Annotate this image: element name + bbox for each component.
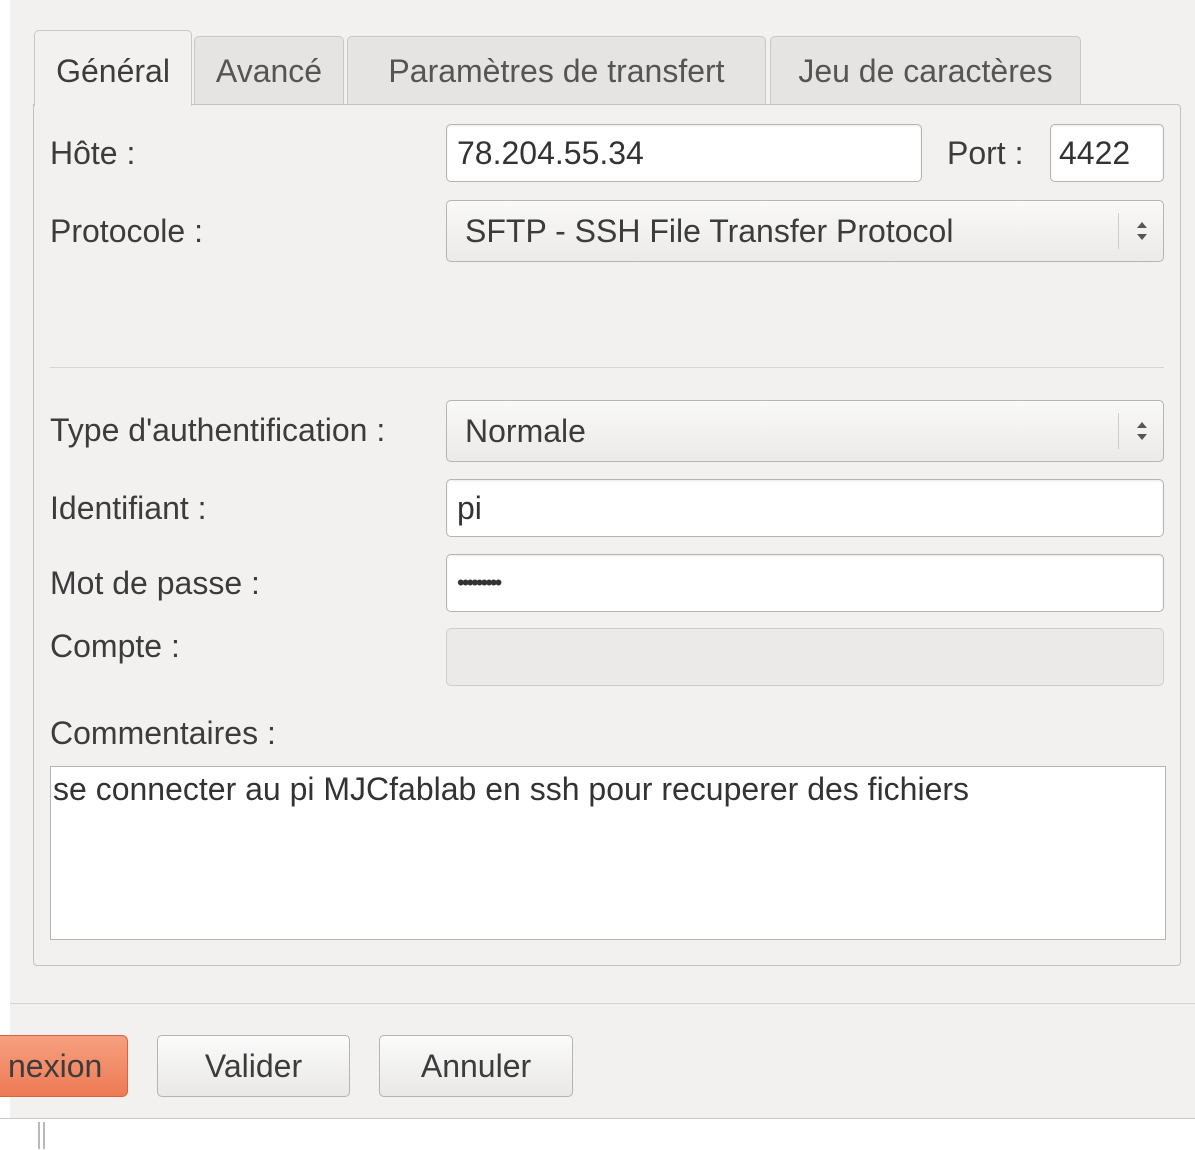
password-input[interactable]: ••••••••• (446, 554, 1164, 612)
auth-type-select[interactable]: Normale (446, 400, 1164, 462)
port-label: Port : (947, 135, 1024, 171)
footer-divider (10, 1003, 1195, 1004)
pane-resize-handle[interactable] (38, 1122, 45, 1149)
account-input (446, 628, 1164, 686)
combo-separator (1118, 413, 1119, 449)
combo-separator (1118, 213, 1119, 249)
password-label: Mot de passe : (50, 565, 260, 601)
connect-button[interactable]: nexion (0, 1035, 128, 1097)
username-label: Identifiant : (50, 490, 207, 526)
auth-type-select-value: Normale (465, 412, 586, 449)
tab-advanced[interactable]: Avancé (194, 36, 344, 104)
lower-area (0, 1118, 1195, 1150)
auth-type-label: Type d'authentification : (50, 412, 386, 448)
section-divider (50, 367, 1164, 368)
ok-button[interactable]: Valider (157, 1035, 350, 1097)
comments-textarea[interactable]: se connecter au pi MJCfablab en ssh pour… (50, 766, 1166, 940)
general-panel: Hôte : 78.204.55.34 Port : 4422 Protocol… (33, 104, 1181, 966)
tab-charset[interactable]: Jeu de caractères (770, 36, 1081, 104)
up-down-arrows-icon (1137, 222, 1147, 240)
cancel-button[interactable]: Annuler (379, 1035, 573, 1097)
protocol-select-value: SFTP - SSH File Transfer Protocol (465, 212, 954, 249)
protocol-select[interactable]: SFTP - SSH File Transfer Protocol (446, 200, 1164, 262)
host-label: Hôte : (50, 135, 136, 171)
comments-label: Commentaires : (50, 715, 276, 751)
tab-transfer-settings[interactable]: Paramètres de transfert (347, 36, 766, 104)
host-input[interactable]: 78.204.55.34 (446, 124, 922, 182)
port-input[interactable]: 4422 (1050, 124, 1164, 182)
protocol-label: Protocole : (50, 213, 203, 249)
account-label: Compte : (50, 628, 180, 664)
tab-general[interactable]: Général (34, 30, 192, 106)
up-down-arrows-icon (1137, 422, 1147, 440)
username-input[interactable]: pi (446, 479, 1164, 537)
